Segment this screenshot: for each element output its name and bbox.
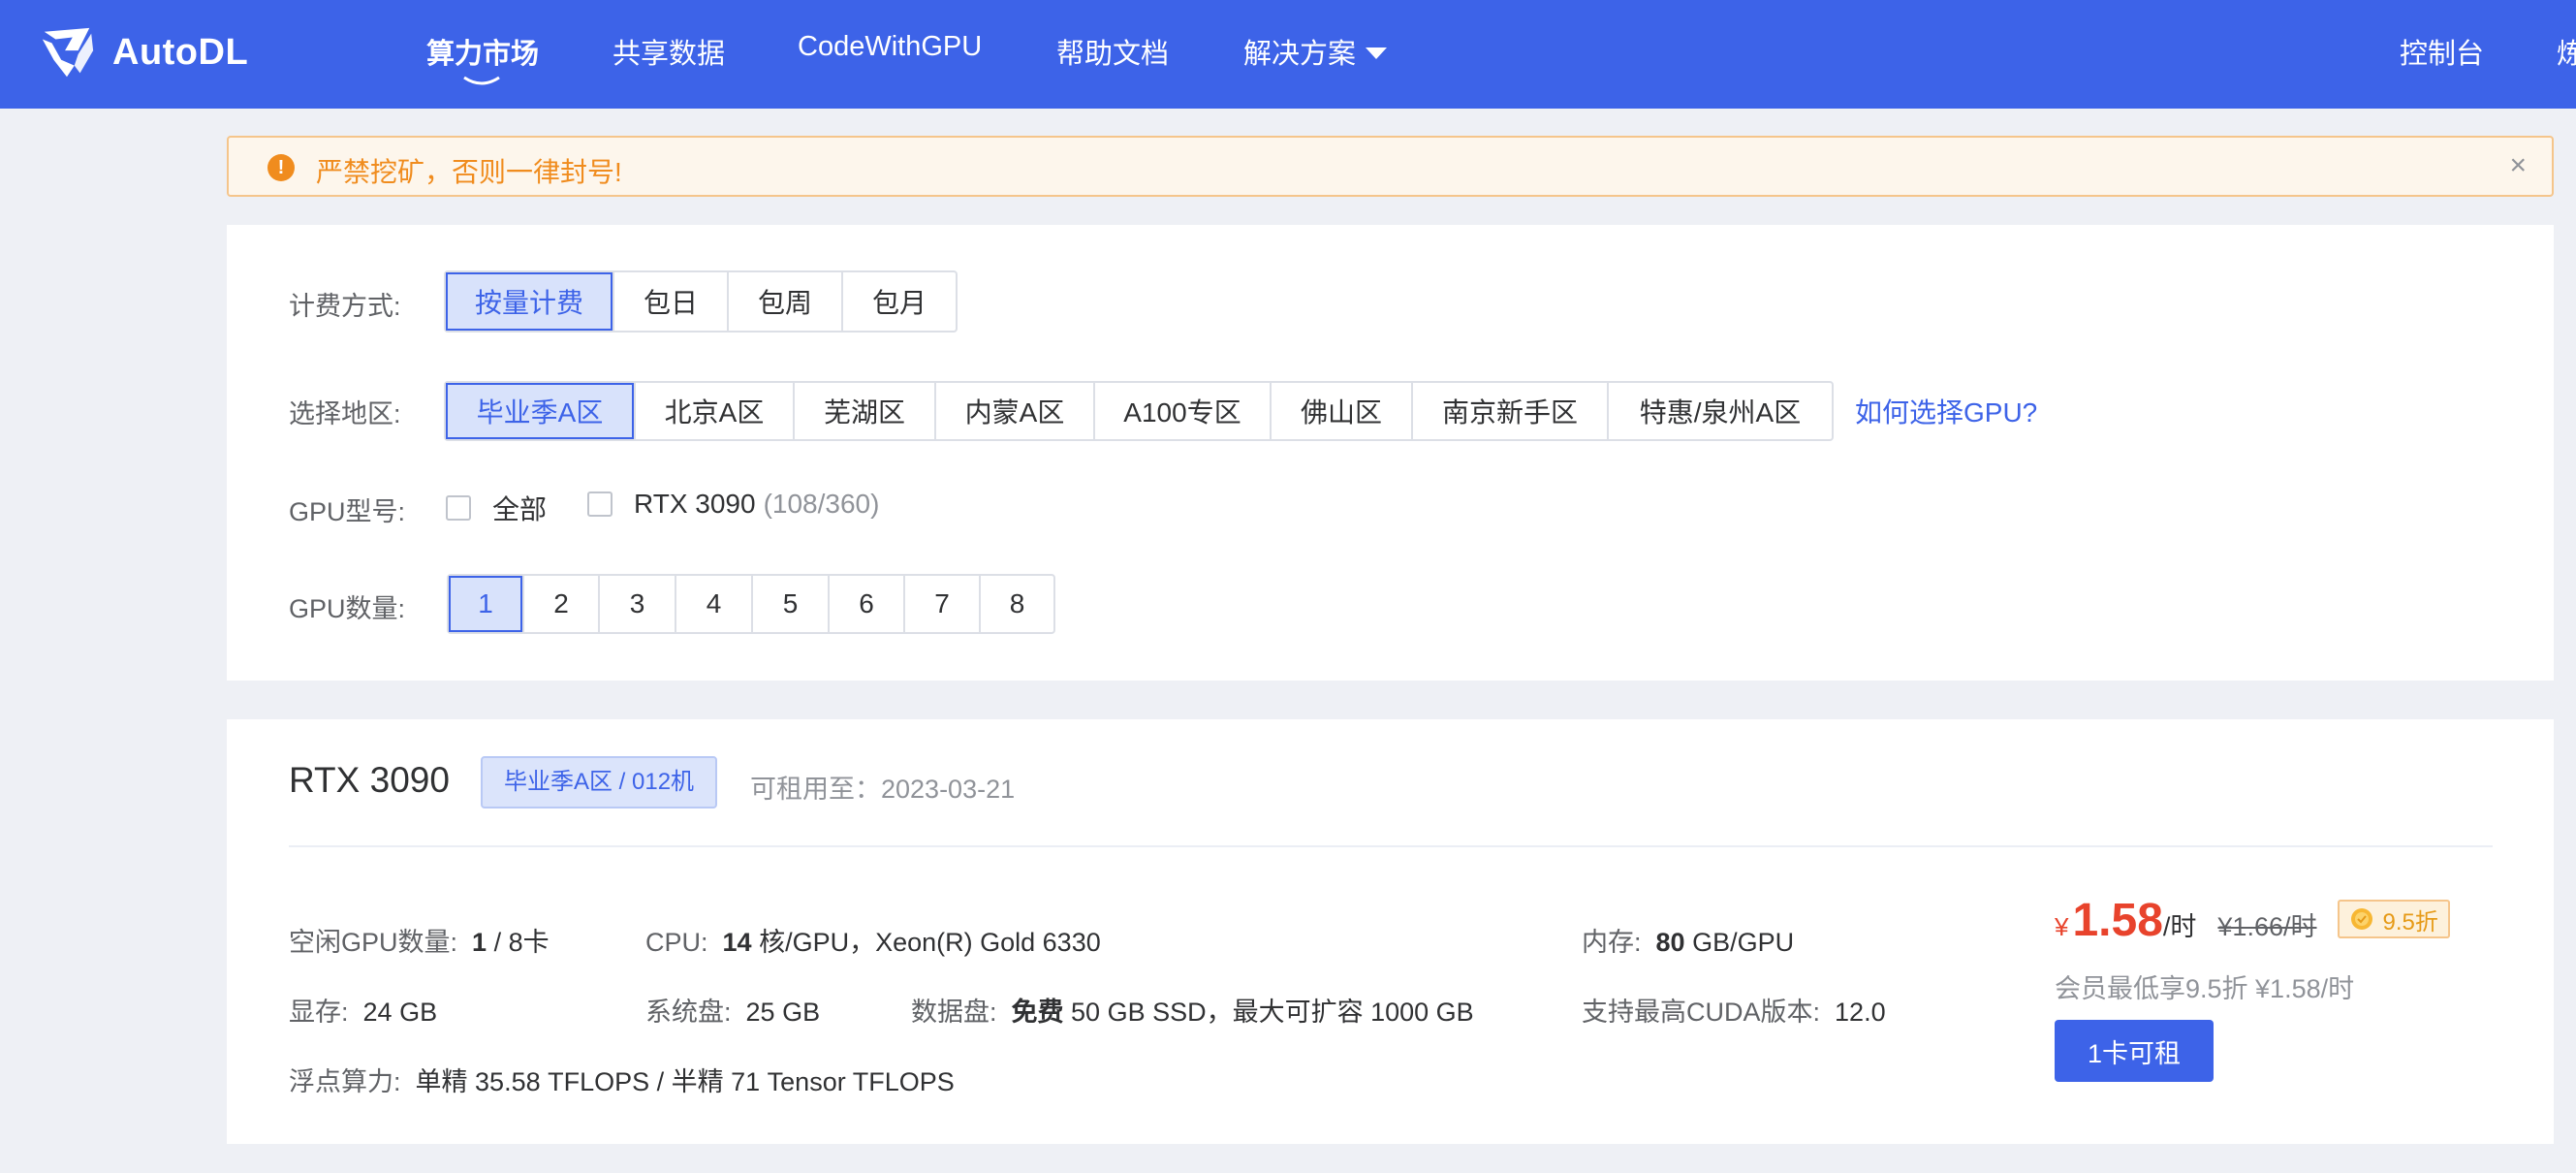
nav-item-console[interactable]: 控制台 — [2400, 31, 2484, 72]
nav-active-indicator — [463, 76, 500, 85]
spec-vram-value: 24 GB — [362, 998, 438, 1027]
checkbox-icon[interactable] — [446, 495, 471, 521]
gpu-model-all-label: 全部 — [492, 494, 548, 524]
spec-memory-value: 80 — [1655, 928, 1685, 957]
brand-name: AutoDL — [112, 31, 249, 73]
spec-data-disk-free: 免费 — [1011, 998, 1064, 1027]
gpu-count-label: GPU数量: — [289, 594, 406, 623]
billing-option-daily[interactable]: 包日 — [613, 272, 727, 331]
spec-idle-gpu-free: 1 — [472, 928, 487, 957]
nav-item-shared-data[interactable]: 共享数据 — [613, 31, 725, 72]
how-to-choose-gpu-link[interactable]: 如何选择GPU? — [1855, 392, 2037, 430]
gpu-model-all-checkbox[interactable]: 全部 — [446, 489, 547, 527]
price-value: 1.58 — [2072, 895, 2163, 946]
checkbox-icon[interactable] — [587, 491, 613, 517]
nav-item-solutions[interactable]: 解决方案 — [1243, 31, 1388, 72]
gpu-model-rtx3090-label: RTX 3090 — [634, 489, 756, 519]
billing-option-weekly[interactable]: 包周 — [727, 272, 841, 331]
spec-system-disk: 系统盘: 25 GB — [645, 991, 820, 1029]
autodl-logo-icon — [42, 27, 94, 78]
spec-system-disk-value: 25 GB — [745, 998, 821, 1027]
spec-vram: 显存: 24 GB — [289, 991, 437, 1029]
spec-data-disk: 数据盘: 免费 50 GB SSD，最大可扩容 1000 GB — [911, 991, 1474, 1029]
region-option-quanzhou-a[interactable]: 特惠/泉州A区 — [1607, 383, 1832, 439]
rent-until-date: 可租用至：2023-03-21 — [750, 775, 1016, 804]
billing-label: 计费方式: — [289, 292, 401, 321]
spec-memory-label: 内存: — [1582, 928, 1642, 957]
spec-flops-label: 浮点算力: — [289, 1067, 401, 1096]
gpu-count-option-6[interactable]: 6 — [828, 576, 903, 632]
spec-data-disk-value: 50 GB SSD，最大可扩容 1000 GB — [1063, 998, 1474, 1027]
spec-cuda-value: 12.0 — [1835, 998, 1886, 1027]
spec-cpu-cores: 14 — [722, 928, 752, 957]
spec-data-disk-label: 数据盘: — [911, 998, 997, 1027]
spec-vram-label: 显存: — [289, 998, 349, 1027]
nav-item-codewithgpu[interactable]: CodeWithGPU — [798, 31, 982, 63]
price-line: ¥ 1.58 /时 ¥1.66/时 9.5折 — [2055, 894, 2450, 947]
discount-text: 9.5折 — [2382, 908, 2438, 935]
member-price-note: 会员最低享9.5折 ¥1.58/时 — [2055, 974, 2355, 1003]
region-option-beijing-a[interactable]: 北京A区 — [634, 383, 793, 439]
region-option-foshan[interactable]: 佛山区 — [1270, 383, 1411, 439]
discount-badge: 9.5折 — [2338, 900, 2450, 938]
spec-cpu-label: CPU: — [645, 928, 708, 957]
region-option-a100[interactable]: A100专区 — [1093, 383, 1270, 439]
divider — [289, 845, 2493, 847]
spec-cuda: 支持最高CUDA版本: 12.0 — [1582, 991, 1886, 1029]
spec-memory-unit: GB/GPU — [1684, 928, 1795, 957]
gpu-count-option-8[interactable]: 8 — [979, 576, 1053, 632]
gpu-count-option-3[interactable]: 3 — [598, 576, 675, 632]
gpu-title: RTX 3090 — [289, 760, 450, 800]
rent-button[interactable]: 1卡可租 — [2055, 1020, 2214, 1082]
billing-option-monthly[interactable]: 包月 — [841, 272, 956, 331]
gpu-model-label: GPU型号: — [289, 497, 406, 526]
nav-item-help-docs[interactable]: 帮助文档 — [1056, 31, 1169, 72]
original-price: ¥1.66/时 — [2217, 912, 2317, 941]
spec-idle-gpu-label: 空闲GPU数量: — [289, 928, 458, 957]
region-option-neimeng-a[interactable]: 内蒙A区 — [934, 383, 1093, 439]
alert-text: 严禁挖矿，否则一律封号! — [316, 157, 622, 187]
spec-idle-gpu: 空闲GPU数量: 1 / 8卡 — [289, 921, 550, 959]
coin-icon — [2351, 908, 2373, 930]
warning-alert: ! 严禁挖矿，否则一律封号! × — [227, 136, 2554, 197]
gpu-listing-card: RTX 3090 毕业季A区 / 012机 可租用至：2023-03-21 空闲… — [227, 719, 2554, 1144]
filter-panel: 计费方式: 按量计费 包日 包周 包月 选择地区: 毕业季A区 北京A区 芜湖区… — [227, 225, 2554, 681]
spec-cuda-label: 支持最高CUDA版本: — [1582, 998, 1821, 1027]
region-option-graduation-a[interactable]: 毕业季A区 — [446, 383, 634, 439]
region-option-wuhu[interactable]: 芜湖区 — [793, 383, 934, 439]
currency-symbol: ¥ — [2055, 912, 2069, 941]
spec-cpu: CPU: 14 核/GPU，Xeon(R) Gold 6330 — [645, 921, 1101, 959]
nav-item-solutions-label: 解决方案 — [1243, 39, 1357, 70]
billing-segmented: 按量计费 包日 包周 包月 — [444, 270, 958, 333]
region-option-nanjing-newbie[interactable]: 南京新手区 — [1411, 383, 1607, 439]
close-icon[interactable]: × — [2509, 149, 2527, 182]
gpu-count-option-5[interactable]: 5 — [751, 576, 828, 632]
spec-cpu-model: 核/GPU，Xeon(R) Gold 6330 — [751, 928, 1101, 957]
zone-machine-tag: 毕业季A区 / 012机 — [481, 756, 718, 808]
caret-down-icon — [1366, 48, 1388, 59]
gpu-model-rtx3090-checkbox[interactable]: RTX 3090 (108/360) — [587, 489, 879, 520]
nav-item-overflow[interactable]: 炼 — [2557, 31, 2576, 72]
region-segmented: 毕业季A区 北京A区 芜湖区 内蒙A区 A100专区 佛山区 南京新手区 特惠/… — [444, 381, 1834, 441]
spec-idle-gpu-total: / 8卡 — [487, 928, 550, 957]
gpu-count-option-1[interactable]: 1 — [449, 576, 522, 632]
gpu-model-availability: (108/360) — [763, 489, 880, 519]
gpu-count-option-4[interactable]: 4 — [675, 576, 751, 632]
brand[interactable]: AutoDL — [37, 21, 248, 83]
nav-item-compute-market[interactable]: 算力市场 — [426, 31, 539, 72]
gpu-count-option-2[interactable]: 2 — [522, 576, 598, 632]
warning-icon: ! — [267, 154, 295, 181]
price-block: ¥ 1.58 /时 ¥1.66/时 9.5折 — [2055, 894, 2450, 947]
spec-flops: 浮点算力: 单精 35.58 TFLOPS / 半精 71 Tensor TFL… — [289, 1061, 955, 1098]
gpu-count-option-7[interactable]: 7 — [903, 576, 979, 632]
top-navbar: AutoDL 算力市场 共享数据 CodeWithGPU 帮助文档 解决方案 控… — [0, 0, 2576, 109]
price-unit: /时 — [2162, 912, 2197, 941]
spec-memory: 内存: 80 GB/GPU — [1582, 921, 1794, 959]
spec-flops-value: 单精 35.58 TFLOPS / 半精 71 Tensor TFLOPS — [415, 1067, 955, 1096]
region-label: 选择地区: — [289, 399, 401, 428]
billing-option-pay-as-you-go[interactable]: 按量计费 — [446, 272, 613, 331]
gpu-count-segmented: 1 2 3 4 5 6 7 8 — [447, 574, 1055, 634]
spec-system-disk-label: 系统盘: — [645, 998, 732, 1027]
